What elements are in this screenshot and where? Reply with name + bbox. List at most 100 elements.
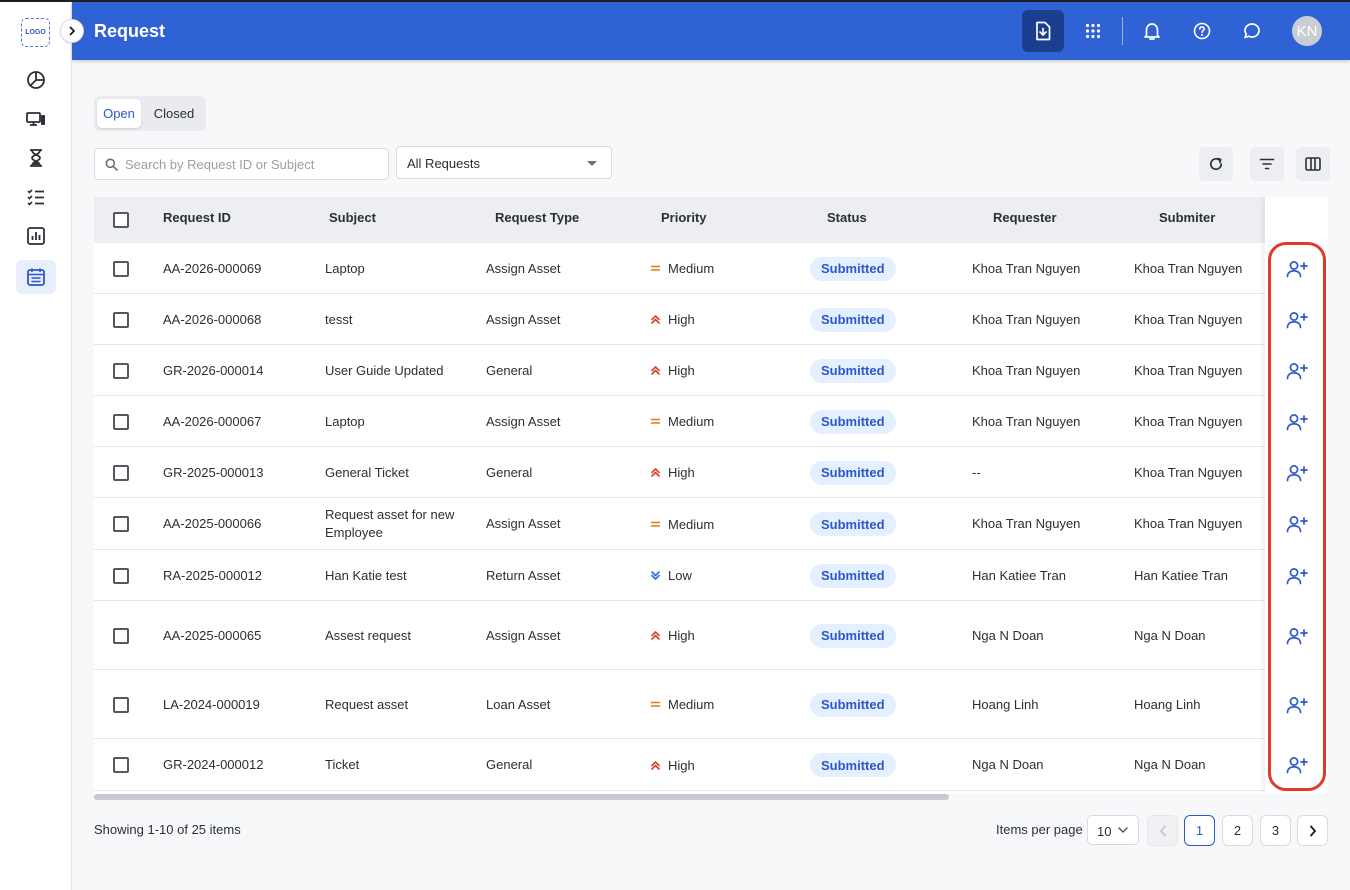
assign-user-button[interactable] bbox=[1285, 411, 1309, 433]
column-header-priority[interactable]: Priority bbox=[661, 210, 707, 225]
status-badge: Submitted bbox=[810, 358, 896, 383]
devices-icon bbox=[26, 112, 45, 126]
sidebar: LOGO bbox=[0, 2, 84, 890]
priority-high-icon bbox=[651, 366, 660, 375]
requests-table: Request ID Subject Request Type Priority… bbox=[94, 197, 1328, 794]
row-checkbox[interactable] bbox=[113, 260, 129, 277]
table-row[interactable]: AA-2025-000066 Request asset for new Emplo… bbox=[94, 498, 1265, 550]
row-checkbox[interactable] bbox=[113, 757, 129, 773]
sidebar-item-dashboard[interactable] bbox=[16, 63, 56, 97]
priority-cell: Medium bbox=[650, 413, 714, 431]
search-input[interactable] bbox=[125, 149, 380, 179]
subject-cell: Han Katie test bbox=[325, 567, 407, 583]
request-type-select[interactable]: All Requests bbox=[396, 146, 612, 179]
priority-high-icon bbox=[651, 468, 660, 477]
column-header-requester[interactable]: Requester bbox=[993, 210, 1057, 225]
tab-open[interactable]: Open bbox=[97, 99, 141, 128]
assign-user-button[interactable] bbox=[1285, 309, 1309, 331]
request-id-cell: GR-2026-000014 bbox=[163, 362, 264, 378]
assign-user-button[interactable] bbox=[1285, 360, 1309, 382]
import-export-button[interactable] bbox=[1022, 10, 1064, 52]
requester-cell: Khoa Tran Nguyen bbox=[972, 260, 1081, 276]
priority-high-icon bbox=[651, 760, 660, 770]
row-checkbox[interactable] bbox=[113, 311, 129, 328]
chat-button[interactable] bbox=[1231, 10, 1273, 52]
user-avatar[interactable]: KN bbox=[1292, 16, 1322, 46]
row-checkbox[interactable] bbox=[113, 627, 129, 644]
sidebar-item-requests[interactable] bbox=[16, 260, 56, 294]
priority-high-icon bbox=[651, 315, 660, 324]
sidebar-expand-button[interactable] bbox=[60, 19, 84, 43]
table-row[interactable]: AA-2026-000069 Laptop Assign Asset Khoa Tra… bbox=[94, 243, 1265, 294]
priority-high-icon bbox=[651, 631, 660, 640]
status-badge: Submitted bbox=[810, 256, 896, 281]
table-row[interactable]: LA-2024-000019 Request asset Loan Asset Hoa… bbox=[94, 670, 1265, 739]
subject-cell: General Ticket bbox=[325, 464, 409, 480]
request-id-cell: RA-2025-000012 bbox=[163, 567, 263, 583]
row-checkbox[interactable] bbox=[113, 567, 129, 584]
row-checkbox[interactable] bbox=[113, 696, 129, 713]
horizontal-scrollbar[interactable] bbox=[94, 794, 949, 800]
page-title: Request bbox=[94, 21, 166, 41]
request-type-cell: General bbox=[486, 464, 533, 480]
assign-user-button[interactable] bbox=[1285, 513, 1309, 535]
table-row[interactable]: AA-2025-000065 Assest request Assign Asset… bbox=[94, 601, 1265, 670]
next-page-button[interactable] bbox=[1297, 815, 1328, 846]
table-row[interactable]: GR-2026-000014 User Guide Updated General K… bbox=[94, 345, 1265, 396]
row-checkbox[interactable] bbox=[113, 362, 129, 379]
request-type-select-value: All Requests bbox=[407, 156, 480, 171]
table-row[interactable]: GR-2024-000012 Ticket General Nga N Doan Nga… bbox=[94, 739, 1265, 791]
table-row[interactable]: RA-2025-000012 Han Katie test Return Asset… bbox=[94, 550, 1265, 601]
column-header-submiter[interactable]: Submiter bbox=[1159, 210, 1215, 225]
priority-medium-icon bbox=[650, 701, 661, 707]
assign-user-button[interactable] bbox=[1285, 565, 1309, 587]
help-button[interactable] bbox=[1181, 10, 1223, 52]
assign-user-plus-icon bbox=[1286, 757, 1308, 774]
chevron-left-icon bbox=[1159, 825, 1166, 836]
items-per-page-select[interactable]: 10 bbox=[1087, 815, 1139, 845]
assign-user-button[interactable] bbox=[1285, 694, 1309, 716]
sidebar-item-pending[interactable] bbox=[16, 141, 56, 175]
priority-cell: High bbox=[650, 756, 695, 774]
row-checkbox[interactable] bbox=[113, 516, 129, 532]
request-type-cell: Assign Asset bbox=[486, 413, 561, 429]
columns-button[interactable] bbox=[1296, 147, 1330, 181]
sidebar-item-tasks[interactable] bbox=[16, 180, 56, 214]
apps-button[interactable] bbox=[1072, 10, 1114, 52]
assign-user-button[interactable] bbox=[1285, 462, 1309, 484]
column-header-subject[interactable]: Subject bbox=[329, 210, 376, 225]
select-all-checkbox[interactable] bbox=[113, 212, 129, 228]
status-badge: Submitted bbox=[810, 623, 896, 648]
assign-user-button[interactable] bbox=[1285, 754, 1309, 776]
filter-button[interactable] bbox=[1250, 147, 1284, 181]
prev-page-button[interactable] bbox=[1147, 815, 1178, 846]
page-2-button[interactable]: 2 bbox=[1222, 815, 1253, 846]
assign-user-button[interactable] bbox=[1285, 258, 1309, 280]
assign-user-button[interactable] bbox=[1285, 625, 1309, 647]
column-header-request-type[interactable]: Request Type bbox=[495, 210, 579, 225]
refresh-button[interactable] bbox=[1199, 147, 1233, 181]
tab-closed[interactable]: Closed bbox=[144, 99, 204, 128]
caret-down-icon bbox=[587, 161, 597, 166]
column-header-request-id[interactable]: Request ID bbox=[163, 210, 231, 225]
table-row[interactable]: GR-2025-000013 General Ticket General -- Kho… bbox=[94, 447, 1265, 498]
status-badge: Submitted bbox=[810, 692, 896, 717]
submiter-cell: Khoa Tran Nguyen bbox=[1134, 516, 1243, 531]
priority-cell: Low bbox=[650, 567, 692, 585]
hourglass-icon bbox=[30, 149, 42, 167]
request-type-cell: Assign Asset bbox=[486, 516, 561, 531]
sidebar-item-devices[interactable] bbox=[16, 102, 56, 136]
request-type-cell: Assign Asset bbox=[486, 311, 561, 327]
request-calendar-icon bbox=[27, 268, 45, 286]
notifications-button[interactable] bbox=[1131, 10, 1173, 52]
sidebar-item-reports[interactable] bbox=[16, 219, 56, 253]
table-row[interactable]: AA-2026-000068 tesst Assign Asset Khoa Tran… bbox=[94, 294, 1265, 345]
row-checkbox[interactable] bbox=[113, 464, 129, 481]
page-3-button[interactable]: 3 bbox=[1260, 815, 1291, 846]
table-row[interactable]: AA-2026-000067 Laptop Assign Asset Khoa Tra… bbox=[94, 396, 1265, 447]
row-checkbox[interactable] bbox=[113, 413, 129, 430]
page-1-button[interactable]: 1 bbox=[1184, 815, 1215, 846]
column-header-status[interactable]: Status bbox=[827, 210, 867, 225]
priority-label: Medium bbox=[668, 414, 715, 429]
priority-label: Medium bbox=[668, 697, 715, 712]
